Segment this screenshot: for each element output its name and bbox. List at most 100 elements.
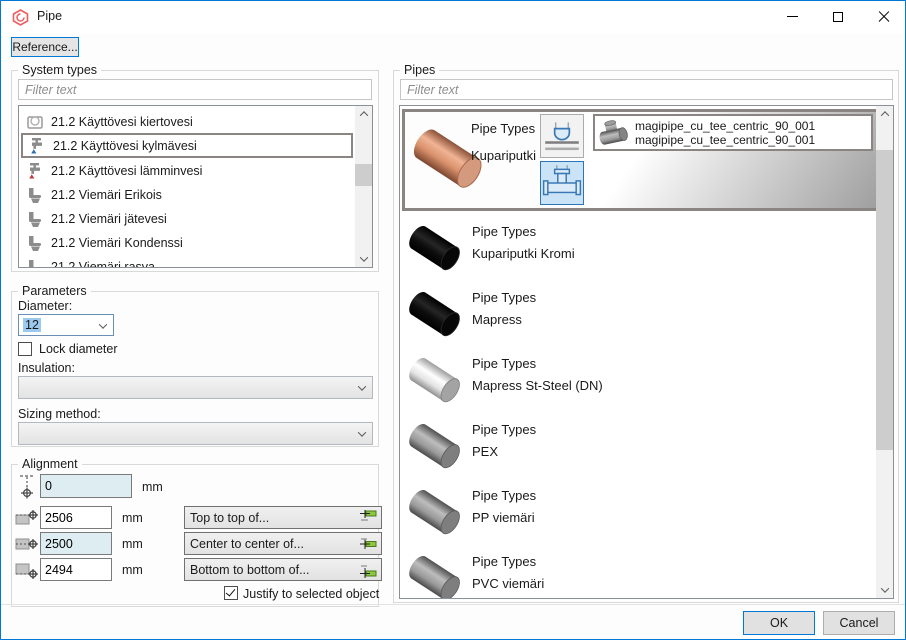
scrollbar-thumb[interactable]: [876, 150, 893, 450]
insulation-label: Insulation:: [18, 361, 75, 375]
system-type-row[interactable]: 21.2 Käyttövesi lämminvesi: [21, 159, 353, 183]
maximize-button[interactable]: [815, 1, 861, 32]
pipe-type-line1: Pipe Types: [471, 121, 535, 136]
pipe-type-row[interactable]: Pipe Types Mapress: [402, 282, 862, 348]
footer-divider: [1, 604, 905, 605]
pipe-type-row[interactable]: Pipe Types PP viemäri: [402, 480, 862, 546]
system-types-filter-input[interactable]: [18, 79, 372, 100]
align-bottom-target-icon: [359, 562, 377, 578]
titlebar[interactable]: Pipe: [1, 1, 905, 33]
system-types-title: System types: [18, 63, 101, 77]
system-type-row[interactable]: 21.2 Viemäri Kondenssi: [21, 231, 353, 255]
scroll-up-button[interactable]: [876, 106, 893, 122]
toilet-icon: [26, 234, 44, 252]
alignment-title: Alignment: [18, 457, 82, 471]
system-type-row-selected[interactable]: 21.2 Käyttövesi kylmävesi: [21, 133, 353, 158]
bottom-offset-field[interactable]: [40, 558, 112, 581]
pipe-type-row-selected[interactable]: Pipe Types Kupariputki: [402, 109, 880, 211]
straight-coupling-button[interactable]: [540, 114, 584, 158]
lock-diameter-label: Lock diameter: [39, 342, 118, 356]
system-types-scrollbar[interactable]: [355, 106, 372, 267]
chevron-down-icon: [358, 382, 366, 390]
check-icon: [226, 586, 236, 596]
pipe-type-row[interactable]: Pipe Types PVC viemäri: [402, 546, 862, 599]
black-pipe-image: [405, 286, 467, 344]
top-offset-field[interactable]: [40, 506, 112, 529]
lock-diameter-checkbox[interactable]: [18, 342, 32, 356]
height-offset-icon: [17, 473, 41, 499]
system-type-row[interactable]: 21.2 Käyttövesi kiertovesi: [21, 110, 353, 134]
cold-water-faucet-icon: [28, 137, 46, 155]
system-types-list: 21.2 Käyttövesi kiertovesi 21.2 Käyttöve…: [18, 105, 373, 268]
tee-fitting-thumbnail: [598, 120, 630, 148]
pipe-type-line2: Kupariputki: [471, 148, 536, 163]
chevron-up-icon: [880, 111, 888, 119]
bottom-to-bottom-button[interactable]: Bottom to bottom of...: [184, 558, 382, 581]
tee-fitting-icon: [541, 162, 583, 204]
justify-checkbox[interactable]: [224, 586, 238, 600]
pipe-dialog: Pipe Reference... System types 21.2 Käyt…: [0, 0, 906, 640]
sizing-method-label: Sizing method:: [18, 407, 101, 421]
align-center-icon: [15, 531, 39, 557]
pipes-title: Pipes: [400, 63, 439, 77]
minimize-button[interactable]: [769, 1, 815, 32]
pipes-scrollbar[interactable]: [876, 106, 893, 598]
fitting-preview-panel: magipipe_cu_tee_centric_90_001 magipipe_…: [589, 112, 877, 208]
align-bottom-icon: [15, 557, 39, 583]
center-offset-field[interactable]: [40, 532, 112, 555]
justify-label: Justify to selected object: [243, 587, 379, 601]
chevron-down-icon: [880, 584, 888, 592]
pipe-type-row[interactable]: Pipe Types PEX: [402, 414, 862, 480]
align-center-target-icon: [359, 536, 377, 552]
top-to-top-button[interactable]: Top to top of...: [184, 506, 382, 529]
gray-pipe-image: [405, 484, 467, 542]
pipes-filter-input[interactable]: [400, 79, 893, 100]
gray-pipe-image: [405, 550, 467, 599]
alignment-group: Alignment mm mm Top to top of...: [11, 464, 379, 607]
hot-water-faucet-icon: [26, 162, 44, 180]
reference-button[interactable]: Reference...: [11, 37, 79, 57]
toilet-icon: [26, 186, 44, 204]
unit-label: mm: [122, 537, 143, 551]
system-type-row[interactable]: 21.2 Viemäri jätevesi: [21, 207, 353, 231]
scrollbar-thumb[interactable]: [355, 164, 372, 186]
unit-label: mm: [142, 480, 163, 494]
tee-fitting-button[interactable]: [540, 161, 584, 205]
close-button[interactable]: [861, 1, 906, 32]
chevron-down-icon: [359, 253, 367, 261]
system-type-row[interactable]: 21.2 Viemäri rasva: [21, 255, 353, 268]
chevron-down-icon: [99, 320, 107, 328]
cancel-button[interactable]: Cancel: [823, 611, 895, 635]
toilet-icon: [26, 210, 44, 228]
center-to-center-button[interactable]: Center to center of...: [184, 532, 382, 555]
gray-pipe-image: [405, 418, 467, 476]
straight-coupling-icon: [541, 115, 583, 157]
scroll-up-button[interactable]: [355, 106, 372, 122]
diameter-combo[interactable]: 12: [18, 314, 114, 336]
system-type-row[interactable]: 21.2 Viemäri Erikois: [21, 183, 353, 207]
steel-pipe-image: [405, 352, 467, 410]
insulation-combo[interactable]: [18, 376, 373, 399]
parameters-title: Parameters: [18, 284, 91, 298]
fitting-name: magipipe_cu_tee_centric_90_001: [635, 133, 815, 147]
height-offset-field[interactable]: [40, 474, 132, 498]
unit-label: mm: [122, 511, 143, 525]
fitting-name: magipipe_cu_tee_centric_90_001: [635, 119, 815, 133]
align-top-target-icon: [359, 510, 377, 526]
pipes-group: Pipes Pipe Types Kupariputki: [393, 70, 899, 603]
diameter-value: 12: [23, 318, 41, 332]
unit-label: mm: [122, 563, 143, 577]
pipes-list: Pipe Types Kupariputki: [399, 105, 894, 599]
toilet-icon: [26, 258, 44, 268]
pipe-type-row[interactable]: Pipe Types Mapress St-Steel (DN): [402, 348, 862, 414]
scroll-down-button[interactable]: [355, 251, 372, 267]
align-top-icon: [15, 506, 39, 532]
pipe-type-row[interactable]: Pipe Types Kupariputki Kromi: [402, 216, 862, 282]
sizing-method-combo[interactable]: [18, 422, 373, 445]
scroll-down-button[interactable]: [876, 582, 893, 598]
chevron-up-icon: [359, 111, 367, 119]
circulation-icon: [26, 113, 44, 131]
close-icon: [878, 11, 890, 23]
ok-button[interactable]: OK: [743, 611, 815, 635]
fitting-selection-box[interactable]: magipipe_cu_tee_centric_90_001 magipipe_…: [593, 114, 873, 151]
